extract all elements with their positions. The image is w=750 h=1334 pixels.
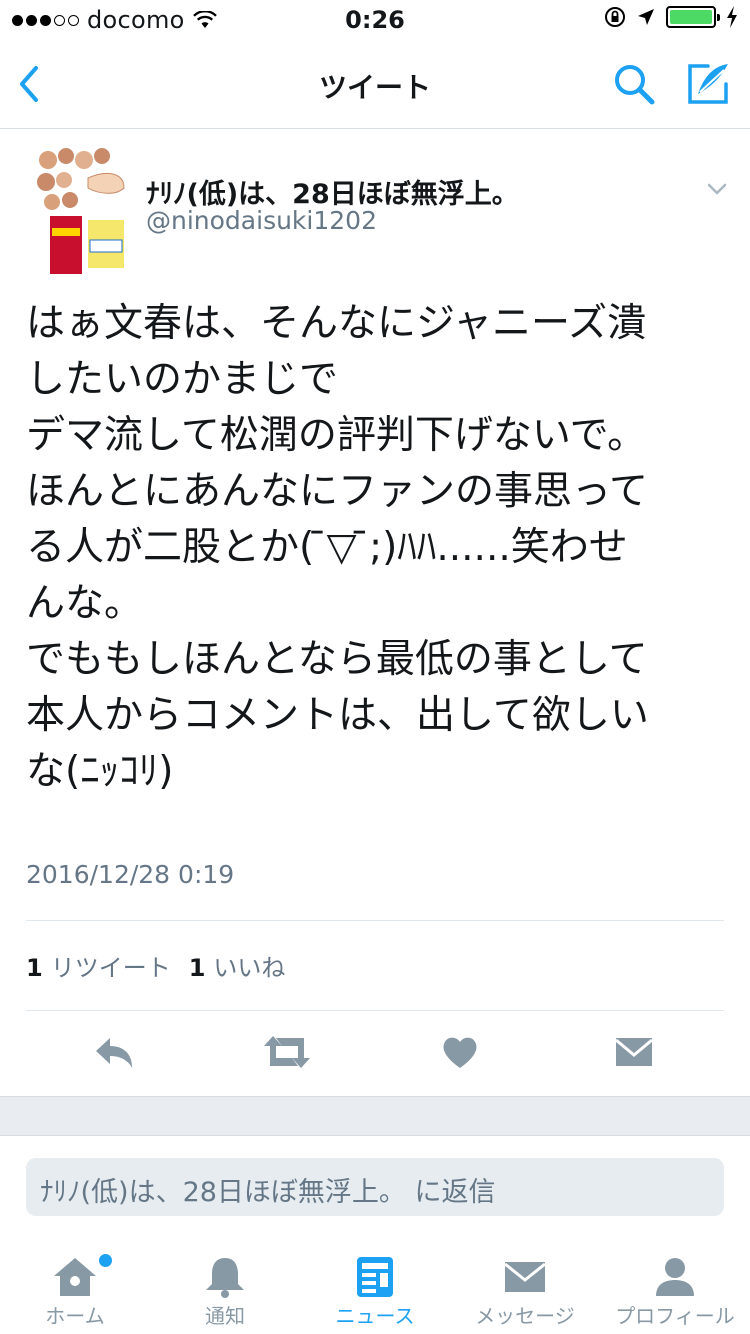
news-icon — [357, 1257, 393, 1297]
tweet-text: はぁ文春は、そんなにジャニーズ潰 したいのかまじで デマ流して松潤の評判下げない… — [26, 301, 649, 794]
notification-badge — [97, 1252, 114, 1269]
tab-bar: ホーム 通知 ニュース メッセージ プロフィール — [0, 1244, 750, 1334]
retweet-stat-label: リツイート — [50, 954, 171, 982]
search-icon — [615, 65, 655, 105]
status-icons — [604, 6, 738, 28]
section-separator — [0, 1096, 750, 1136]
tab-profile[interactable]: プロフィール — [600, 1244, 750, 1334]
retweet-count: 1 — [26, 954, 43, 982]
envelope-icon — [615, 1038, 653, 1066]
like-count: 1 — [188, 954, 206, 982]
like-button[interactable] — [440, 1032, 484, 1072]
chevron-down-icon — [707, 183, 727, 195]
direct-message-button[interactable] — [614, 1032, 658, 1072]
status-bar: docomo 0:26 — [0, 0, 750, 40]
compose-quill-icon — [688, 64, 728, 104]
nav-bar: ツイート — [0, 40, 750, 129]
tab-home[interactable]: ホーム — [0, 1244, 150, 1334]
avatar-image-icon — [36, 148, 126, 280]
charging-bolt-icon — [727, 6, 737, 28]
tweet-actions — [0, 1022, 750, 1082]
tab-home-label: ホーム — [45, 1304, 105, 1328]
tab-news-label: ニュース — [335, 1304, 415, 1328]
heart-icon — [443, 1037, 477, 1068]
tab-notifications[interactable]: 通知 — [150, 1244, 300, 1334]
tab-messages[interactable]: メッセージ — [450, 1244, 600, 1334]
tab-notifications-label: 通知 — [205, 1304, 245, 1328]
search-button[interactable] — [612, 62, 656, 106]
tab-profile-label: プロフィール — [615, 1304, 735, 1328]
orientation-lock-icon — [605, 7, 625, 27]
tweet-timestamp: 2016/12/28 0:19 — [26, 860, 235, 889]
retweet-button[interactable] — [262, 1032, 312, 1072]
location-arrow-icon — [638, 9, 654, 25]
tab-news[interactable]: ニュース — [300, 1244, 450, 1334]
tweet-stats: 1 リツイート 1 いいね — [26, 948, 285, 983]
reply-button[interactable] — [92, 1032, 136, 1072]
avatar[interactable] — [36, 148, 126, 280]
retweet-stat[interactable]: 1 リツイート — [26, 948, 171, 983]
mail-icon — [504, 1262, 546, 1292]
home-icon — [54, 1258, 96, 1296]
bell-icon — [206, 1258, 244, 1298]
tab-messages-label: メッセージ — [475, 1304, 575, 1328]
divider — [26, 920, 724, 921]
divider — [26, 1010, 724, 1011]
like-stat[interactable]: 1 いいね — [189, 948, 286, 983]
reply-input[interactable]: ﾅﾘﾉ(低)は、28日ほぼ無浮上。 に返信 — [26, 1158, 724, 1216]
retweet-icon — [264, 1036, 310, 1068]
compose-button[interactable] — [684, 60, 732, 108]
tweet-options-button[interactable] — [706, 178, 728, 200]
battery-icon — [666, 6, 720, 28]
person-icon — [656, 1258, 694, 1296]
like-stat-label: いいね — [213, 954, 286, 982]
author-handle[interactable]: @ninodaisuki1202 — [146, 206, 377, 235]
reply-arrow-icon — [96, 1038, 132, 1068]
